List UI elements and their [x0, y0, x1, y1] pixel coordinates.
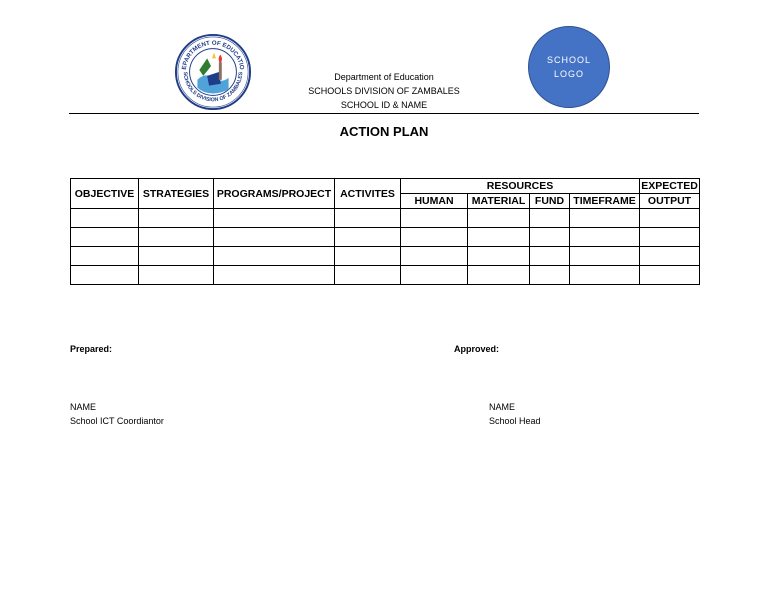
page-title: ACTION PLAN [339, 124, 429, 139]
header-programs-project: PROGRAMS/PROJECT [213, 178, 335, 209]
header-expected: EXPECTED [639, 178, 701, 194]
approved-role: School Head [489, 416, 541, 426]
header-timeframe: TIMEFRAME [568, 193, 641, 209]
prepared-name: NAME [70, 402, 97, 412]
division-name: SCHOOLS DIVISION OF ZAMBALES [308, 86, 460, 96]
table-row [70, 208, 701, 228]
approved-label: Approved: [454, 344, 499, 354]
header-block: Department of Education SCHOOLS DIVISION… [284, 70, 484, 112]
table-row [70, 265, 701, 285]
school-logo-placeholder: SCHOOL LOGO [528, 26, 610, 108]
prepared-role: School ICT Coordiantor [70, 416, 164, 426]
deped-seal-logo: DEPARTMENT OF EDUCATION SCHOOLS DIVISION… [174, 33, 252, 111]
approved-name: NAME [489, 402, 516, 412]
header-strategies: STRATEGIES [138, 178, 214, 209]
header-activites: ACTIVITES [334, 178, 401, 209]
school-logo-line2: LOGO [553, 69, 584, 79]
department-name: Department of Education [334, 72, 434, 82]
header-resources: RESOURCES [399, 178, 641, 194]
prepared-label: Prepared: [70, 344, 113, 354]
school-logo-line1: SCHOOL [546, 55, 591, 65]
school-id-name: SCHOOL ID & NAME [340, 100, 428, 110]
action-plan-table: OBJECTIVE STRATEGIES PROGRAMS/PROJECT AC… [70, 178, 701, 285]
table-row [70, 246, 701, 266]
header-objective: OBJECTIVE [70, 178, 139, 209]
header-divider [69, 113, 699, 114]
header-output: OUTPUT [639, 193, 701, 209]
header-material: MATERIAL [467, 193, 530, 209]
table-row [70, 227, 701, 247]
header-fund: FUND [529, 193, 570, 209]
header-human: HUMAN [400, 193, 468, 209]
